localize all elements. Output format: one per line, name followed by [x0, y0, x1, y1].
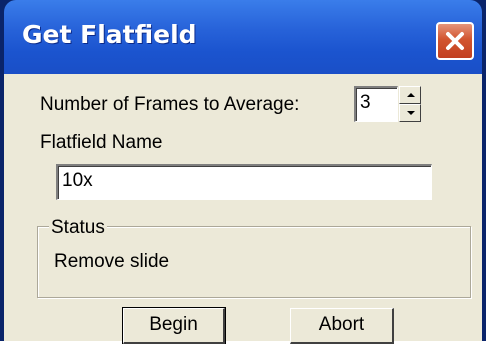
flatfield-name-label: Flatfield Name	[40, 132, 163, 153]
status-text: Remove slide	[54, 251, 170, 272]
dialog-client-area: Number of Frames to Average: 3 Flatfield…	[4, 74, 482, 344]
spin-down-button[interactable]	[399, 104, 421, 122]
spin-up-button[interactable]	[399, 86, 421, 104]
close-button[interactable]	[436, 22, 474, 60]
frames-spinner	[399, 86, 421, 122]
dialog-window: Get Flatfield Number of Frames to Averag…	[0, 0, 486, 344]
title-bar[interactable]: Get Flatfield	[4, 0, 482, 74]
close-icon	[446, 32, 464, 50]
abort-button[interactable]: Abort	[290, 308, 394, 344]
arrow-down-icon	[407, 111, 415, 115]
arrow-up-icon	[407, 93, 415, 97]
begin-button[interactable]: Begin	[122, 307, 226, 344]
flatfield-name-input[interactable]: 10x	[56, 164, 432, 200]
status-group-label: Status	[49, 217, 107, 239]
frames-input[interactable]: 3	[354, 86, 398, 122]
window-title: Get Flatfield	[22, 20, 197, 49]
frames-label: Number of Frames to Average:	[40, 94, 300, 115]
